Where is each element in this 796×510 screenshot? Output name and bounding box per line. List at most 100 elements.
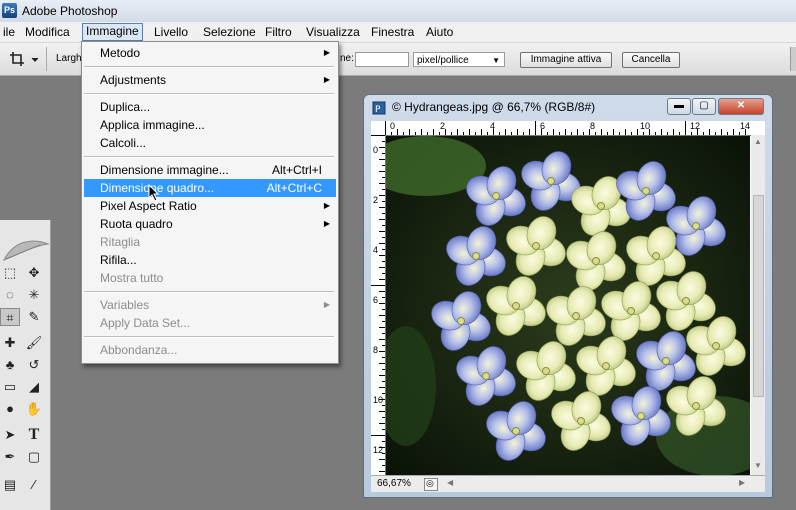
toolbox: ⬚ ✥ ◌ ✳ ⌗ ✎ ✚ 🖌 ♣ ↺ ▭ ◢ ● ✋ ➤ T ✒ ▢ ▤ ⁄ xyxy=(0,220,51,510)
menu-filtro[interactable]: Filtro xyxy=(262,24,295,40)
ruler-v-label: 6 xyxy=(373,295,379,305)
scroll-up-icon[interactable]: ▲ xyxy=(754,137,762,146)
front-image-button[interactable]: Immagine attiva xyxy=(520,52,612,68)
crop-tool[interactable]: ⌗ xyxy=(0,308,20,326)
scroll-right-icon[interactable]: ▶ xyxy=(739,478,745,487)
path-selection-tool[interactable]: ➤ xyxy=(0,426,20,444)
type-icon: T xyxy=(28,426,40,443)
ps-document-icon: P xyxy=(372,101,386,115)
vertical-scroll-thumb[interactable] xyxy=(753,195,764,397)
lasso-icon: ◌ xyxy=(6,287,14,302)
scroll-left-icon[interactable]: ◀ xyxy=(447,478,453,487)
vertical-scrollbar[interactable]: ▲ ▼ xyxy=(751,135,765,475)
feather-icon xyxy=(2,240,50,261)
pen-tool[interactable]: ✒ xyxy=(0,448,20,466)
document-status-bar: 66,67% ◎ ◀ ▶ xyxy=(371,475,765,492)
menu-item-adjustments[interactable]: Adjustments ▶ xyxy=(84,71,336,89)
bucket-tool[interactable]: ◢ xyxy=(24,378,44,396)
healing-brush-tool[interactable]: ✚ xyxy=(0,334,20,352)
mouse-cursor xyxy=(148,183,160,202)
menu-item-abbondanza: Abbondanza... xyxy=(100,343,178,357)
marquee-tool[interactable]: ⬚ xyxy=(0,264,20,282)
menu-item-dimensione-immagine[interactable]: Dimensione immagine... Alt+Ctrl+I xyxy=(84,161,336,179)
hydrangeas-image[interactable] xyxy=(386,136,750,475)
menu-item-rifila[interactable]: Rifila... xyxy=(84,251,336,269)
menu-item-applica-immagine[interactable]: Applica immagine... xyxy=(84,116,336,134)
menu-separator xyxy=(84,291,334,293)
menu-visualizza[interactable]: Visualizza xyxy=(303,24,363,40)
brush-tool[interactable]: 🖌 xyxy=(24,334,44,352)
magic-wand-tool[interactable]: ✳ xyxy=(24,286,44,304)
dodge-tool[interactable]: ✋ xyxy=(24,400,44,418)
slice-tool[interactable]: ✎ xyxy=(24,308,44,326)
document-window[interactable]: P © Hydrangeas.jpg @ 66,7% (RGB/8#) ▬ ▢ … xyxy=(363,94,773,498)
maximize-button[interactable]: ▢ xyxy=(692,98,716,115)
resolution-unit-select[interactable]: pixel/pollice ▼ xyxy=(413,52,505,67)
resolution-unit-value: pixel/pollice xyxy=(417,55,469,66)
menu-separator xyxy=(84,156,334,158)
resolution-input[interactable] xyxy=(355,52,409,67)
ruler-v-label: 4 xyxy=(373,245,379,255)
type-tool[interactable]: T xyxy=(24,426,44,444)
menu-immagine[interactable]: Immagine xyxy=(82,23,143,41)
eyedropper-tool[interactable]: ⁄ xyxy=(24,476,44,494)
notes-tool[interactable]: ▤ xyxy=(0,476,20,494)
clone-stamp-icon: ♣ xyxy=(5,357,15,372)
lasso-tool[interactable]: ◌ xyxy=(0,286,20,304)
width-label: Largh xyxy=(56,53,82,64)
ruler-v-label: 8 xyxy=(373,345,379,355)
crop-icon: ⌗ xyxy=(6,310,14,325)
path-selection-icon: ➤ xyxy=(4,427,16,442)
scroll-down-icon[interactable]: ▼ xyxy=(754,461,762,470)
photoshop-app-icon[interactable]: Ps xyxy=(2,3,17,18)
menu-livello[interactable]: Livello xyxy=(151,24,191,40)
menu-item-dimensione-quadro[interactable]: Dimensione quadro... Alt+Ctrl+C xyxy=(84,179,336,197)
zoom-level[interactable]: 66,67% xyxy=(377,478,411,489)
menu-modifica[interactable]: Modifica xyxy=(22,24,73,40)
menu-file[interactable]: ile xyxy=(0,24,18,40)
minimize-button[interactable]: ▬ xyxy=(667,98,691,115)
tool-preset-picker[interactable] xyxy=(8,50,39,68)
move-tool[interactable]: ✥ xyxy=(24,264,44,282)
menu-item-calcoli[interactable]: Calcoli... xyxy=(84,134,336,152)
bucket-icon: ◢ xyxy=(29,379,39,394)
horizontal-ruler[interactable]: 0 2 4 6 8 10 12 14 xyxy=(371,121,765,136)
ruler-h-label: 4 xyxy=(490,121,496,131)
menu-item-duplica[interactable]: Duplica... xyxy=(84,98,336,116)
blur-icon: ● xyxy=(6,401,14,416)
close-button[interactable]: ✕ xyxy=(718,98,764,115)
blur-tool[interactable]: ● xyxy=(0,400,20,418)
clone-stamp-tool[interactable]: ♣ xyxy=(0,356,20,374)
healing-brush-icon: ✚ xyxy=(4,335,16,350)
submenu-arrow-icon: ▶ xyxy=(323,48,330,57)
maximize-icon: ▢ xyxy=(699,100,709,111)
submenu-arrow-icon: ▶ xyxy=(323,75,330,84)
menu-finestra[interactable]: Finestra xyxy=(368,24,417,40)
shape-tool[interactable]: ▢ xyxy=(24,448,44,466)
dodge-icon: ✋ xyxy=(25,401,43,416)
svg-text:P: P xyxy=(375,105,381,115)
menu-item-metodo[interactable]: Metodo ▶ xyxy=(84,44,336,62)
minimize-icon: ▬ xyxy=(674,100,684,111)
document-title: © Hydrangeas.jpg @ 66,7% (RGB/8#) xyxy=(392,100,596,114)
menu-aiuto[interactable]: Aiuto xyxy=(423,24,456,40)
notes-icon: ▤ xyxy=(3,477,17,492)
toolbox-header[interactable] xyxy=(0,234,50,264)
menu-item-ruota-quadro[interactable]: Ruota quadro ▶ xyxy=(84,215,336,233)
menu-separator xyxy=(84,66,334,68)
marquee-icon: ⬚ xyxy=(3,265,17,280)
clear-button[interactable]: Cancella xyxy=(622,52,680,68)
window-title: Adobe Photoshop xyxy=(22,4,118,18)
ruler-h-label: 10 xyxy=(640,121,651,131)
eraser-tool[interactable]: ▭ xyxy=(0,378,20,396)
menu-item-pixel-aspect-ratio[interactable]: Pixel Aspect Ratio ▶ xyxy=(84,197,336,215)
menu-item-apply-data-set: Apply Data Set... xyxy=(100,316,191,330)
vertical-ruler[interactable]: 0 2 4 6 8 10 12 xyxy=(371,135,386,475)
menu-selezione[interactable]: Selezione xyxy=(200,24,259,40)
menu-item-variables: Variables ▶ xyxy=(100,298,330,312)
ruler-h-label: 2 xyxy=(440,121,446,131)
history-brush-tool[interactable]: ↺ xyxy=(24,356,44,374)
menu-separator xyxy=(84,336,334,338)
options-divider xyxy=(46,47,47,71)
status-menu-button[interactable]: ◎ xyxy=(424,478,438,491)
